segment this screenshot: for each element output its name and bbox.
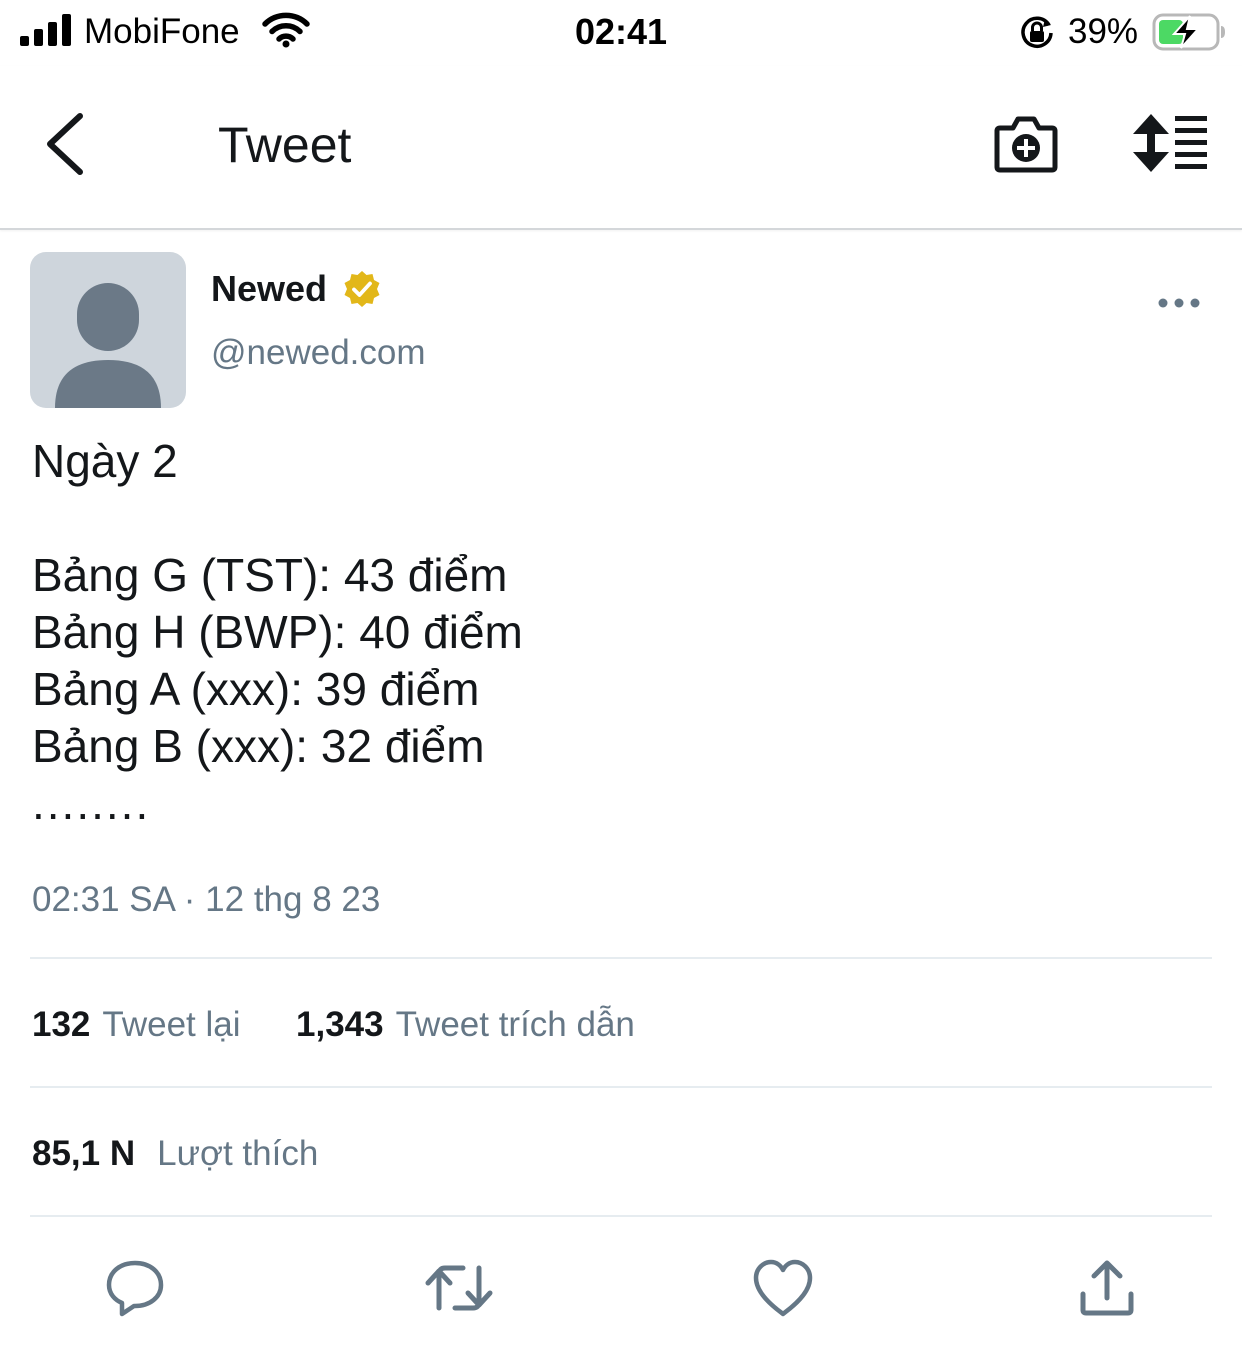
quote-stat[interactable]: 1,343 Tweet trích dẫn — [296, 1005, 635, 1044]
divider — [30, 1215, 1212, 1217]
retweet-icon[interactable] — [425, 1258, 493, 1318]
page-title: Tweet — [218, 117, 352, 173]
quote-count: 1,343 — [296, 1005, 384, 1044]
verified-badge-icon — [344, 271, 380, 307]
retweet-label: Tweet lại — [102, 1005, 241, 1044]
camera-add-icon[interactable] — [994, 112, 1058, 174]
retweet-count: 132 — [32, 1005, 91, 1044]
tweet-text-line: ........ — [32, 777, 151, 829]
engagement-stats: 132 Tweet lại 1,343 Tweet trích dẫn — [32, 1005, 635, 1045]
tweet-text-line: Bảng H (BWP): 40 điểm — [32, 606, 523, 658]
default-avatar-icon — [55, 283, 161, 408]
tweet-text-line: Bảng G (TST): 43 điểm — [32, 549, 508, 601]
avatar[interactable] — [30, 252, 186, 408]
retweet-stat[interactable]: 132 Tweet lại — [32, 1005, 250, 1044]
like-stat[interactable]: 85,1 N Lượt thích — [32, 1134, 318, 1174]
tweet-text-line: Ngày 2 — [32, 435, 178, 487]
orientation-lock-icon — [1021, 16, 1053, 48]
reply-icon[interactable] — [105, 1258, 165, 1318]
sort-icon[interactable] — [1132, 114, 1208, 172]
status-time: 02:41 — [574, 11, 668, 52]
tweet-text-line: Bảng B (xxx): 32 điểm — [32, 720, 485, 772]
battery-charging-icon — [1152, 13, 1225, 51]
like-label: Lượt thích — [157, 1134, 319, 1173]
battery-percent: 39% — [1068, 12, 1139, 51]
status-bar: MobiFone 02:41 39% — [0, 0, 1242, 66]
divider — [30, 1086, 1212, 1088]
navigation-bar: Tweet — [0, 66, 1242, 230]
like-icon[interactable] — [752, 1258, 814, 1318]
share-icon[interactable] — [1078, 1258, 1136, 1318]
tweet-timestamp[interactable]: 02:31 SA · 12 thg 8 23 — [32, 880, 380, 920]
tweet-text-line: Bảng A (xxx): 39 điểm — [32, 663, 480, 715]
back-arrow-icon[interactable] — [38, 110, 90, 178]
like-count: 85,1 N — [32, 1134, 136, 1173]
tweet-text: Ngày 2 Bảng G (TST): 43 điểm Bảng H (BWP… — [32, 433, 1212, 832]
author-name[interactable]: Newed — [211, 268, 327, 310]
quote-label: Tweet trích dẫn — [395, 1005, 635, 1044]
divider — [30, 957, 1212, 959]
more-options-icon[interactable] — [1156, 290, 1202, 316]
author-handle[interactable]: @newed.com — [211, 333, 426, 373]
